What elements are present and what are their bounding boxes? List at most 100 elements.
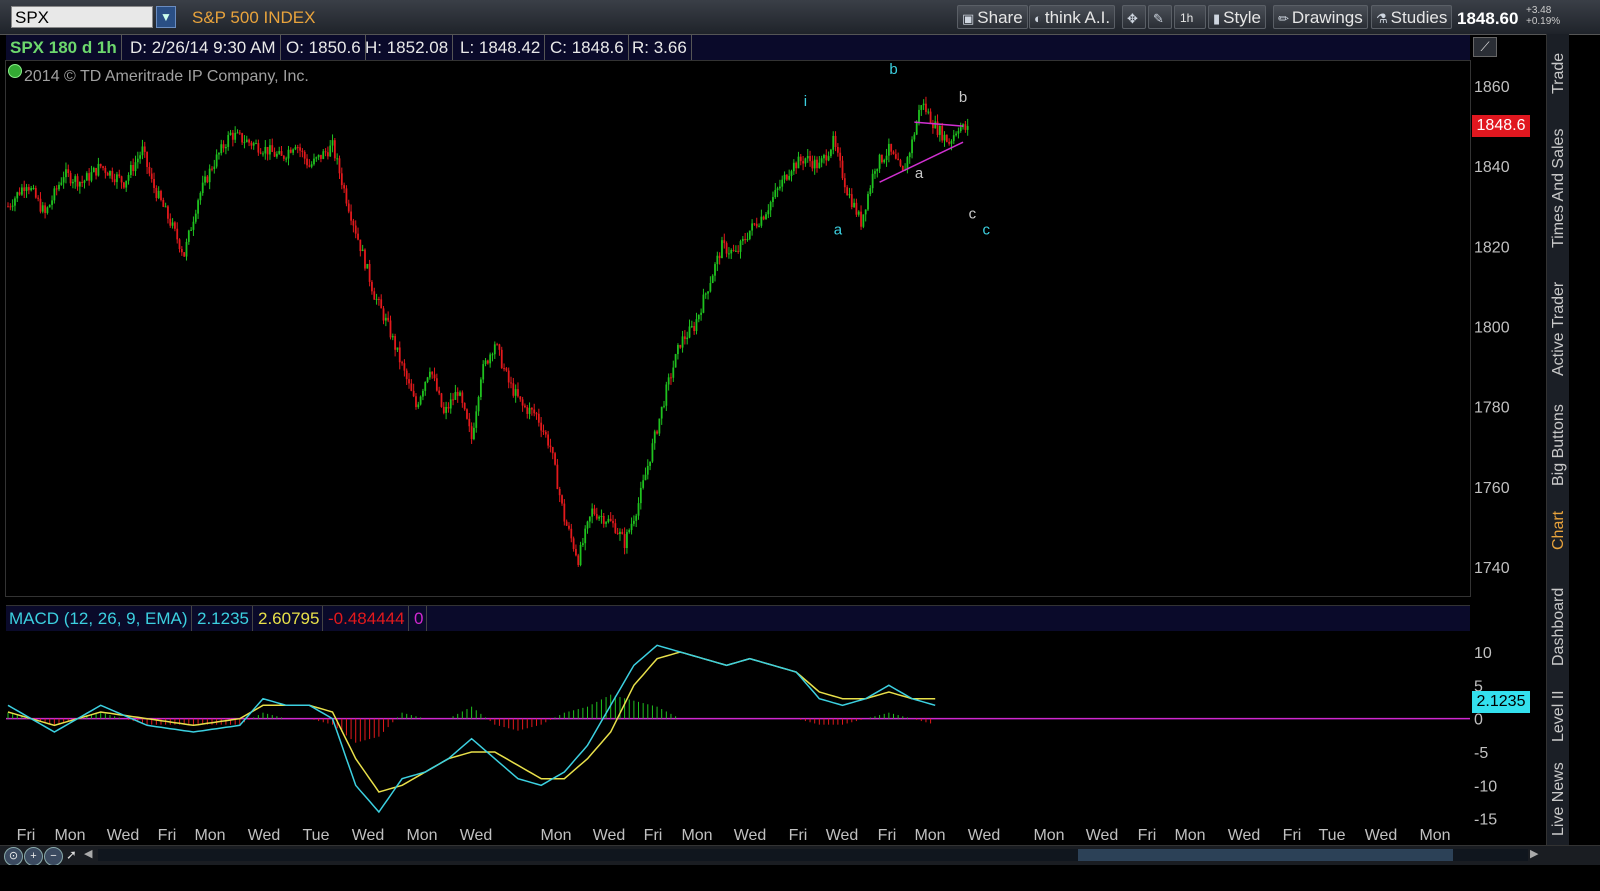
- candle-body: [950, 141, 953, 144]
- candle-body: [308, 165, 311, 167]
- candle-body: [507, 370, 510, 383]
- candle-body: [11, 205, 14, 207]
- time-tick-label: Wed: [1086, 827, 1119, 844]
- candle-body: [925, 103, 927, 112]
- candle-body: [772, 197, 774, 203]
- zoom-out-button[interactable]: −: [44, 847, 63, 866]
- zoom-in-icon: +: [30, 850, 37, 862]
- price-tick-label: 1760: [1474, 480, 1510, 497]
- candle-body: [679, 344, 682, 348]
- candle-body: [347, 203, 350, 212]
- candle-body: [408, 379, 410, 384]
- candle-body: [354, 225, 357, 234]
- price-tick-label: 1780: [1474, 400, 1510, 417]
- candle-body: [519, 396, 522, 400]
- candle-body: [619, 531, 621, 534]
- candle-body: [670, 377, 672, 379]
- candle-body: [72, 181, 74, 184]
- candle-body: [496, 344, 499, 346]
- candle-body: [739, 241, 742, 252]
- horizontal-scrollbar[interactable]: [98, 849, 1528, 861]
- macd-value: 2.1235: [194, 606, 253, 631]
- candle-body: [468, 418, 471, 427]
- candle-body: [709, 283, 712, 292]
- zoom-reset-button[interactable]: ⊙: [4, 847, 23, 866]
- time-tick-label: Wed: [734, 827, 767, 844]
- candle-body: [343, 185, 346, 189]
- candle-body: [540, 422, 543, 431]
- candle-body: [204, 176, 206, 183]
- candle-body: [876, 168, 879, 172]
- candle-body: [890, 143, 893, 152]
- candle-body: [67, 169, 70, 174]
- bottom-edge: [0, 865, 1600, 891]
- candle-body: [296, 147, 299, 149]
- chart-canvas[interactable]: 1740 1760 1780 1800 1820 1840 1860 i b a b a cc -15…: [0, 0, 1546, 845]
- candle-body: [813, 159, 816, 169]
- candle-body: [493, 344, 496, 355]
- candle-body: [435, 378, 438, 391]
- candle-body: [718, 255, 721, 259]
- time-tick-label: Mon: [194, 827, 225, 844]
- candle-body: [672, 367, 675, 378]
- candle-body: [190, 229, 193, 231]
- zoom-in-button[interactable]: +: [24, 847, 43, 866]
- candle-body: [908, 153, 911, 158]
- candle-body: [364, 249, 366, 269]
- candle-body: [897, 158, 900, 161]
- candle-body: [275, 153, 278, 157]
- candle-body: [208, 168, 211, 183]
- candle-body: [264, 146, 267, 154]
- candle-body: [333, 140, 336, 159]
- candle-body: [475, 411, 478, 428]
- candle-body: [81, 181, 84, 183]
- time-tick-label: Mon: [1174, 827, 1205, 844]
- time-tick-label: Tue: [303, 827, 330, 844]
- candle-body: [69, 173, 72, 184]
- candle-body: [102, 166, 104, 168]
- candle-body: [456, 391, 459, 396]
- candle-body: [549, 445, 552, 448]
- wave-label: a: [834, 221, 843, 238]
- candle-body: [551, 447, 554, 454]
- macd-header-bar: MACD (12, 26, 9, EMA) 2.1235 2.60795 -0.…: [6, 605, 1470, 631]
- scroll-right-icon[interactable]: ▶: [1530, 847, 1538, 860]
- candle-body: [878, 154, 881, 169]
- candle-body: [797, 156, 800, 169]
- candle-body: [389, 320, 392, 338]
- candle-body: [517, 389, 519, 397]
- candle-body: [646, 465, 649, 475]
- candle-body: [563, 503, 566, 522]
- candle-body: [14, 198, 16, 206]
- candle-body: [760, 216, 763, 226]
- candle-body: [721, 240, 723, 259]
- macd-avg: 2.60795: [255, 606, 324, 631]
- candle-body: [524, 405, 526, 408]
- time-tick-label: Fri: [158, 827, 177, 844]
- candle-body: [850, 194, 853, 208]
- candle-body: [505, 368, 508, 371]
- candle-body: [257, 143, 260, 153]
- scrollbar-thumb[interactable]: [1078, 849, 1453, 861]
- candle-body: [744, 238, 747, 241]
- time-tick-label: Wed: [460, 827, 493, 844]
- candle-body: [827, 156, 830, 161]
- candle-body: [841, 160, 844, 179]
- candle-body: [361, 249, 364, 252]
- candle-body: [463, 402, 466, 410]
- candle-body: [51, 200, 53, 205]
- candle-body: [966, 126, 969, 130]
- candle-body: [660, 406, 663, 419]
- candle-body: [887, 143, 890, 156]
- candle-body: [236, 132, 239, 134]
- candle-body: [869, 188, 872, 195]
- candle-body: [804, 158, 807, 164]
- candle-body: [352, 220, 355, 226]
- scroll-left-icon[interactable]: ◀: [84, 847, 92, 860]
- candle-body: [412, 390, 415, 397]
- cursor-icon[interactable]: ➚: [66, 847, 77, 863]
- candle-body: [95, 167, 97, 176]
- candle-body: [714, 264, 716, 276]
- candle-body: [129, 164, 132, 175]
- candle-body: [855, 202, 858, 215]
